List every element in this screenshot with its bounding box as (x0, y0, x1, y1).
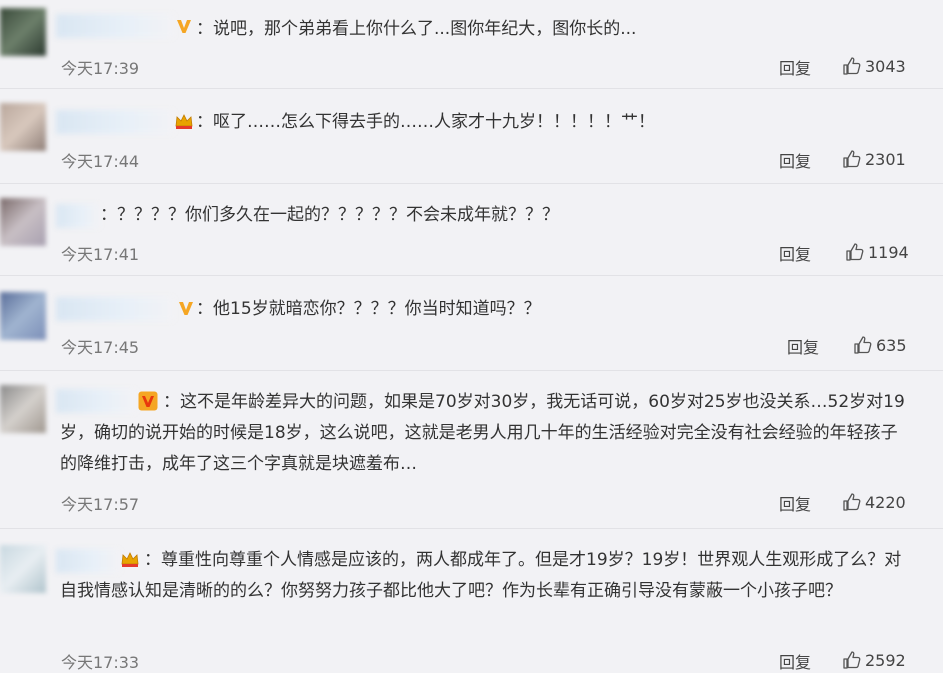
like-button[interactable]: 3043 (842, 56, 906, 76)
comment-time: 今天17:33 (61, 653, 140, 672)
comment-time: 今天17:41 (61, 245, 140, 264)
comment-text: ：这不是年龄差异大的问题，如果是70岁对30岁，我无话可说，60岁对25岁也没关… (60, 392, 905, 474)
like-count: 2301 (865, 149, 906, 169)
v-icon (174, 16, 194, 36)
v-icon (176, 298, 196, 318)
comment-item: ：他15岁就暗恋你？？？？你当时知道吗？？ 今天17:45 回复 635 (0, 276, 943, 371)
thumbs-up-icon (846, 243, 864, 261)
like-count: 3043 (865, 56, 906, 76)
thumbs-up-icon (843, 150, 861, 168)
like-button[interactable]: 4220 (842, 492, 906, 512)
reply-button[interactable]: 回复 (779, 148, 811, 172)
like-count: 4220 (865, 492, 906, 512)
like-button[interactable]: 1194 (845, 242, 909, 262)
thumbs-up-icon (843, 651, 861, 669)
like-button[interactable]: 635 (853, 335, 907, 355)
like-count: 635 (876, 335, 907, 355)
reply-button[interactable]: 回复 (779, 55, 811, 79)
comment-item: ：尊重性向尊重个人情感是应该的，两人都成年了。但是才19岁？19岁！世界观人生观… (0, 529, 943, 673)
avatar[interactable] (0, 198, 46, 246)
avatar[interactable] (0, 292, 46, 340)
like-button[interactable]: 2592 (842, 650, 906, 670)
avatar[interactable] (0, 385, 46, 433)
comment-time: 今天17:39 (61, 59, 140, 78)
comment-feed: ：说吧，那个弟弟看上你什么了...图你年纪大，图你长的... 今天17:39 回… (0, 0, 943, 673)
comment-time: 今天17:44 (61, 152, 140, 171)
username[interactable] (56, 14, 174, 38)
comment-item: ：这不是年龄差异大的问题，如果是70岁对30岁，我无话可说，60岁对25岁也没关… (0, 371, 943, 529)
thumbs-up-icon (843, 57, 861, 75)
thumbs-up-icon (854, 336, 872, 354)
username[interactable] (56, 297, 174, 321)
comment-text: ：说吧，那个弟弟看上你什么了...图你年纪大，图你长的... (196, 19, 637, 39)
avatar[interactable] (0, 545, 46, 593)
avatar[interactable] (0, 103, 46, 151)
like-count: 1194 (868, 242, 909, 262)
like-button[interactable]: 2301 (842, 149, 906, 169)
comment-text: ：呕了……怎么下得去手的……人家才十九岁！！！！！艹！ (196, 112, 655, 132)
thumbs-up-icon (843, 493, 861, 511)
comment-item: ：？？？？你们多久在一起的？？？？？不会未成年就？？？ 今天17:41 回复 1… (0, 184, 943, 276)
avatar[interactable] (0, 8, 46, 56)
username[interactable] (56, 204, 100, 228)
reply-button[interactable]: 回复 (779, 491, 811, 515)
reply-button[interactable]: 回复 (779, 649, 811, 673)
comment-item: ：说吧，那个弟弟看上你什么了...图你年纪大，图你长的... 今天17:39 回… (0, 0, 943, 89)
comment-text: ：尊重性向尊重个人情感是应该的，两人都成年了。但是才19岁？19岁！世界观人生观… (60, 550, 902, 601)
username[interactable] (56, 110, 174, 134)
crown-icon (174, 111, 194, 131)
comment-text: ：他15岁就暗恋你？？？？你当时知道吗？？ (196, 299, 541, 319)
reply-button[interactable]: 回复 (787, 334, 819, 358)
like-count: 2592 (865, 650, 906, 670)
comment-time: 今天17:45 (61, 338, 140, 357)
reply-button[interactable]: 回复 (779, 241, 811, 265)
comment-item: ：呕了……怎么下得去手的……人家才十九岁！！！！！艹！ 今天17:44 回复 2… (0, 89, 943, 184)
comment-text: ：？？？？你们多久在一起的？？？？？不会未成年就？？？ (100, 205, 559, 225)
comment-time: 今天17:57 (61, 495, 140, 514)
